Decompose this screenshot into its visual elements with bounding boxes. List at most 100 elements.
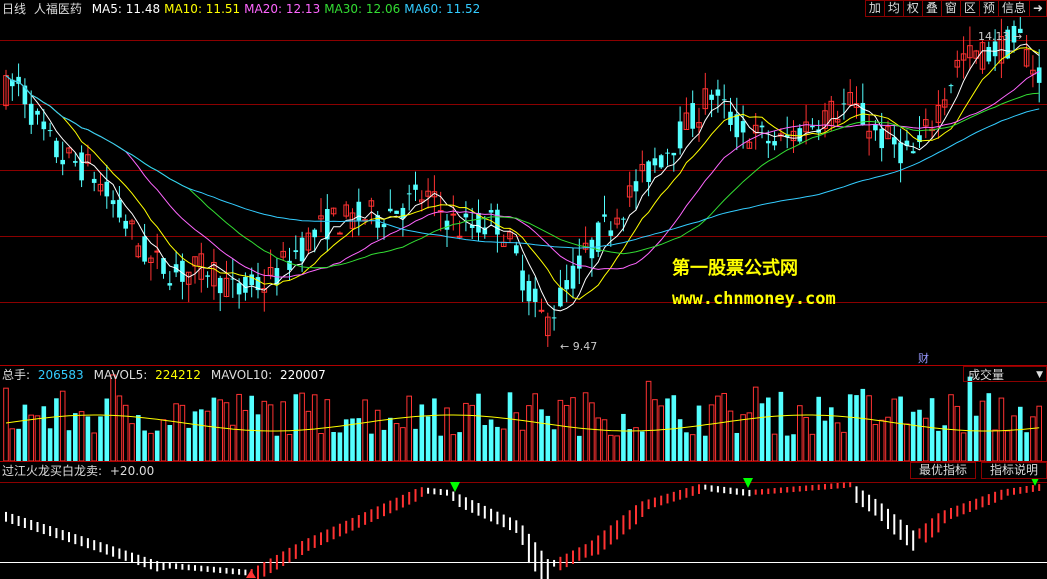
toolbar-button[interactable]: 区 xyxy=(959,0,980,17)
volume-bar xyxy=(645,380,652,461)
toolbar-button[interactable]: 加 xyxy=(864,0,885,17)
volume-bar xyxy=(47,428,53,461)
toolbar-button[interactable]: 均 xyxy=(883,0,904,17)
candle-body xyxy=(589,239,595,259)
volume-bar xyxy=(16,428,21,461)
candle-body xyxy=(495,209,500,235)
volume-bar xyxy=(570,397,576,461)
toolbar-button[interactable]: 窗 xyxy=(940,0,961,17)
candle-body xyxy=(488,210,494,213)
candle-body xyxy=(671,152,677,156)
volume-bar xyxy=(752,386,759,461)
volume-bar xyxy=(457,432,462,461)
indicator-selector[interactable]: 成交量 ▼ xyxy=(963,366,1047,382)
volume-bar xyxy=(356,418,362,461)
candle-body xyxy=(1036,67,1042,83)
volume-bar xyxy=(589,402,595,461)
volume-bar xyxy=(847,394,853,461)
toolbar-button[interactable]: 权 xyxy=(902,0,923,17)
volume-bar xyxy=(973,415,979,461)
volume-bar xyxy=(167,424,173,461)
volume-bar xyxy=(771,433,778,461)
period-label[interactable]: 日线 xyxy=(2,2,26,16)
volume-pane[interactable]: 总手: 206583 MAVOL5: 224212 MAVOL10: 220007 … xyxy=(0,366,1047,461)
volume-bar xyxy=(803,416,809,461)
volume-bar xyxy=(1004,430,1011,461)
volume-bar xyxy=(236,393,242,461)
volume-bar xyxy=(1036,405,1043,461)
volume-bar xyxy=(696,405,702,461)
candle-body xyxy=(715,89,721,96)
ma-legend-item: MA5: 11.48 xyxy=(91,2,161,16)
volume-bar xyxy=(179,404,186,461)
volume-bar xyxy=(9,428,16,461)
ma-legend-item: MA60: 11.52 xyxy=(404,2,481,16)
candle-body xyxy=(709,94,714,100)
candle-body xyxy=(532,288,538,302)
candle-body xyxy=(73,161,78,163)
volume-bar xyxy=(936,430,941,461)
candle-body xyxy=(91,178,97,183)
volume-bar xyxy=(841,431,847,461)
candle-body xyxy=(690,103,695,129)
candle-body xyxy=(520,270,525,291)
toolbar-button[interactable]: 叠 xyxy=(921,0,942,17)
candle-body xyxy=(299,237,305,262)
ma-line xyxy=(5,75,1040,269)
volume-bar xyxy=(878,419,885,461)
volume-bar xyxy=(267,404,274,461)
volume-bar xyxy=(500,428,507,461)
exit-arrow-icon[interactable]: ➜ xyxy=(1028,0,1047,17)
volume-bar xyxy=(834,422,841,461)
volume-bar xyxy=(797,405,803,461)
candle-body xyxy=(772,141,777,146)
ma-legend-item: MA10: 11.51 xyxy=(164,2,241,16)
volume-bar xyxy=(689,434,696,461)
toolbar-button[interactable]: 预 xyxy=(978,0,999,17)
volume-bar xyxy=(708,404,715,461)
volume-bar xyxy=(727,410,734,461)
candle-body xyxy=(47,130,53,132)
volume-bar xyxy=(1018,406,1023,461)
low-price-label: ← 9.47 xyxy=(560,340,598,353)
toolbar: 加均权叠窗区预信息 ➜ xyxy=(864,0,1047,17)
volume-bar xyxy=(274,435,280,461)
volume-bar xyxy=(1024,432,1029,461)
toolbar-button[interactable]: 信息 xyxy=(997,0,1030,17)
volume-bar xyxy=(419,404,425,461)
indicator-header: 过江火龙买白龙卖: +20.00 xyxy=(2,464,158,478)
volume-bar xyxy=(110,374,116,461)
volume-bar xyxy=(633,427,639,461)
ma-legend-item: MA30: 12.06 xyxy=(324,2,401,16)
volume-bar xyxy=(784,435,790,461)
volume-bar xyxy=(860,388,866,461)
candle-body xyxy=(41,121,47,130)
candlestick-chart[interactable] xyxy=(0,0,1047,365)
candle-body xyxy=(79,152,84,181)
volume-bar xyxy=(703,435,708,461)
candle-body xyxy=(142,236,147,262)
volume-bar xyxy=(59,390,66,461)
candle-body xyxy=(766,140,771,144)
candle-body xyxy=(249,274,254,286)
candle-body xyxy=(526,280,532,302)
candle-body xyxy=(110,200,116,205)
finance-marker[interactable]: 财 xyxy=(918,350,929,366)
volume-bar xyxy=(160,419,167,461)
sell-signal-arrow-icon xyxy=(743,478,753,488)
volume-bar xyxy=(495,426,500,461)
volume-bar xyxy=(116,395,123,461)
volume-bar xyxy=(809,433,816,461)
indicator-pane[interactable]: 过江火龙买白龙卖: +20.00 最优指标 指标说明 xyxy=(0,462,1047,579)
candle-body xyxy=(841,103,847,105)
price-pane[interactable]: 日线 人福医药 MA5: 11.48 MA10: 11.51 MA20: 12.13… xyxy=(0,0,1047,365)
indicator-button[interactable]: 指标说明 xyxy=(980,462,1047,479)
indicator-button[interactable]: 最优指标 xyxy=(909,462,976,479)
candle-body xyxy=(154,250,160,253)
volume-bar xyxy=(73,413,78,461)
candle-body xyxy=(205,275,210,277)
volume-bar xyxy=(85,416,91,461)
candle-body xyxy=(394,210,399,214)
indicator-chart[interactable] xyxy=(0,462,1047,579)
volume-bar xyxy=(992,429,998,461)
